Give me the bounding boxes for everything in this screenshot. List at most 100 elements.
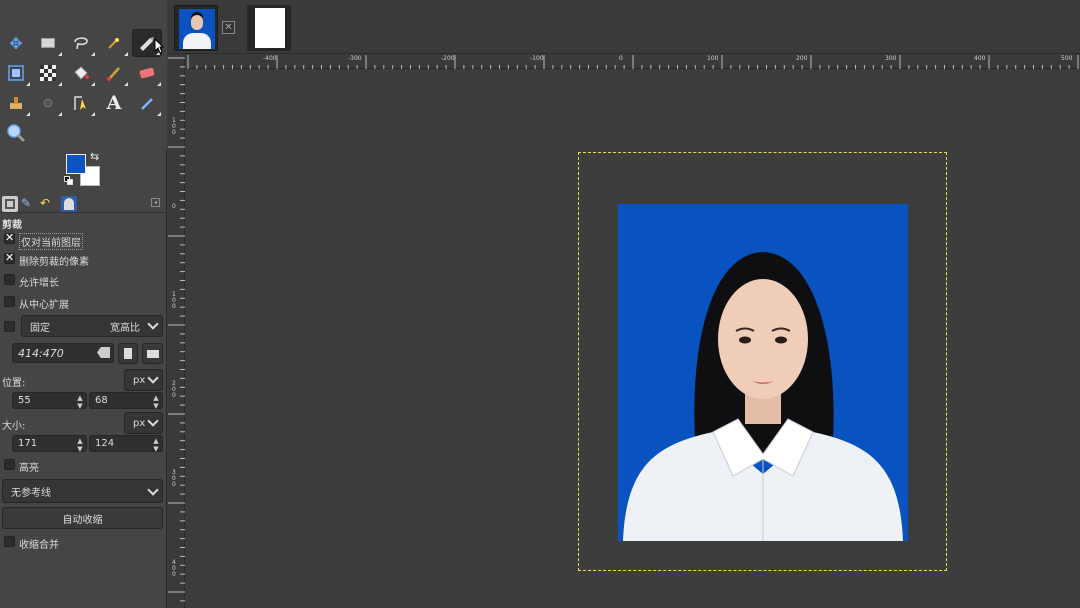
undo-icon: ↶	[40, 196, 51, 210]
size-label: 大小:	[2, 421, 26, 432]
unified-transform-tool[interactable]	[1, 59, 31, 87]
default-colors-icon[interactable]	[64, 176, 74, 186]
guides-value: 无参考线	[11, 487, 51, 499]
fixed-checkbox[interactable]	[4, 321, 15, 332]
text-tool[interactable]: A	[99, 89, 129, 117]
size-width-value: 171	[18, 438, 38, 449]
swap-colors-icon[interactable]: ⇆	[90, 150, 99, 163]
brush-tab-icon: ✎	[21, 196, 32, 210]
delete-cropped-checkbox[interactable]	[4, 251, 15, 264]
horizontal-ruler[interactable]: -400 -300 -200 -100 0 100 200 300 400 50…	[185, 55, 1080, 69]
configure-tab-icon[interactable]: ◂	[151, 198, 160, 207]
size-unit-value: px	[133, 417, 146, 429]
current-layer-only-checkbox[interactable]	[4, 231, 15, 244]
smudge-tool[interactable]	[33, 89, 63, 117]
delete-cropped-label: 删除剪裁的像素	[19, 257, 89, 268]
mouse-cursor-icon	[154, 37, 165, 58]
position-x-value: 55	[18, 395, 31, 406]
toolbox: ✥ A	[0, 0, 167, 150]
rect-select-tool[interactable]	[33, 29, 63, 57]
image-tab-blank[interactable]	[247, 5, 291, 51]
auto-shrink-label: 自动收缩	[62, 514, 103, 526]
move-tool[interactable]: ✥	[1, 29, 31, 57]
ruler-label: -400	[263, 55, 277, 62]
fuzzy-select-tool[interactable]	[99, 29, 129, 57]
position-y-input[interactable]: 68 ▲ ▼	[89, 392, 163, 410]
warp-transform-tool[interactable]	[33, 59, 63, 87]
expand-center-label: 从中心扩展	[19, 300, 69, 311]
ruler-label: 500	[1061, 55, 1073, 62]
color-picker-tool[interactable]	[132, 89, 162, 117]
tool-options-tab[interactable]	[2, 196, 18, 212]
aspect-ratio-value: 414:470	[18, 346, 64, 360]
ruler-ticks	[187, 55, 1079, 69]
auto-shrink-button[interactable]: 自动收缩	[2, 507, 163, 529]
ruler-ticks	[168, 57, 185, 602]
ruler-label: 100	[172, 117, 176, 136]
ruler-label: -300	[348, 55, 362, 62]
position-unit-value: px	[133, 374, 146, 386]
highlight-label: 高亮	[19, 463, 39, 474]
allow-growing-checkbox[interactable]	[4, 274, 15, 285]
ruler-label: 200	[796, 55, 808, 62]
guides-dropdown[interactable]: 无参考线	[2, 479, 163, 503]
chevron-down-icon	[147, 318, 159, 330]
fixed-mode-dropdown[interactable]: 固定 宽高比	[21, 315, 163, 337]
shrink-merged-label: 收缩合并	[19, 540, 59, 551]
ruler-label: -100	[530, 55, 544, 62]
bucket-fill-tool[interactable]	[66, 59, 96, 87]
images-tab[interactable]	[61, 196, 77, 212]
landscape-orientation-button[interactable]	[142, 343, 163, 364]
position-x-input[interactable]: 55 ▲ ▼	[12, 392, 87, 410]
clone-tool[interactable]	[1, 89, 31, 117]
portrait-orientation-button[interactable]	[118, 343, 138, 364]
image-tab-portrait[interactable]	[174, 5, 218, 51]
clear-icon[interactable]	[97, 347, 110, 358]
ruler-label: 100	[707, 55, 719, 62]
warp-icon	[40, 65, 56, 81]
highlight-checkbox[interactable]	[4, 459, 15, 470]
position-unit-dropdown[interactable]: px	[124, 369, 163, 391]
spin-arrows-icon[interactable]: ▲ ▼	[152, 394, 160, 410]
lasso-tool[interactable]	[66, 29, 96, 57]
undo-history-tab[interactable]: ↶	[40, 196, 56, 212]
eraser-tool[interactable]	[132, 59, 162, 87]
size-width-input[interactable]: 171 ▲ ▼	[12, 435, 87, 453]
device-status-tab[interactable]: ✎	[21, 196, 37, 212]
paintbrush-icon	[107, 67, 120, 81]
gimp-window: ✥ A ⇆ ✎ ↶ ◂ 剪裁 ✕ 仅对当前图层 ✕ 删除剪裁的像素 允许增长 从…	[0, 0, 1080, 608]
paths-tool[interactable]	[66, 89, 96, 117]
size-height-input[interactable]: 124 ▲ ▼	[89, 435, 163, 453]
unified-transform-icon	[8, 65, 24, 81]
spin-arrows-icon[interactable]: ▲ ▼	[152, 437, 160, 453]
text-icon: A	[106, 92, 122, 114]
size-unit-dropdown[interactable]: px	[124, 412, 163, 434]
chevron-down-icon	[147, 415, 159, 427]
id-portrait-photo	[618, 204, 908, 541]
position-label: 位置:	[2, 378, 26, 389]
ruler-label: 300	[885, 55, 897, 62]
shrink-merged-checkbox[interactable]	[4, 536, 15, 547]
vertical-ruler[interactable]	[168, 55, 185, 608]
fixed-label: 固定	[30, 322, 50, 334]
current-layer-only-label: 仅对当前图层	[19, 233, 83, 250]
smudge-icon	[43, 98, 53, 108]
fuzzy-select-icon	[108, 38, 119, 49]
chevron-down-icon	[147, 484, 159, 496]
ruler-label: 200	[172, 380, 176, 399]
expand-center-checkbox[interactable]	[4, 296, 15, 307]
portrait-illustration	[623, 252, 903, 541]
close-tab-icon[interactable]: ✕	[222, 21, 235, 34]
foreground-color-swatch[interactable]	[66, 154, 86, 174]
fg-bg-colors[interactable]: ⇆	[62, 150, 106, 190]
lasso-icon	[74, 37, 88, 50]
zoom-tool[interactable]	[1, 119, 31, 147]
options-title: 剪裁	[2, 220, 22, 231]
aspect-ratio-input[interactable]: 414:470	[12, 343, 114, 363]
paths-icon	[74, 96, 86, 110]
portrait-icon	[124, 348, 132, 359]
paintbrush-tool[interactable]	[99, 59, 129, 87]
rect-select-icon	[41, 38, 55, 48]
spin-arrows-icon[interactable]: ▲ ▼	[76, 394, 84, 410]
spin-arrows-icon[interactable]: ▲ ▼	[76, 437, 84, 453]
